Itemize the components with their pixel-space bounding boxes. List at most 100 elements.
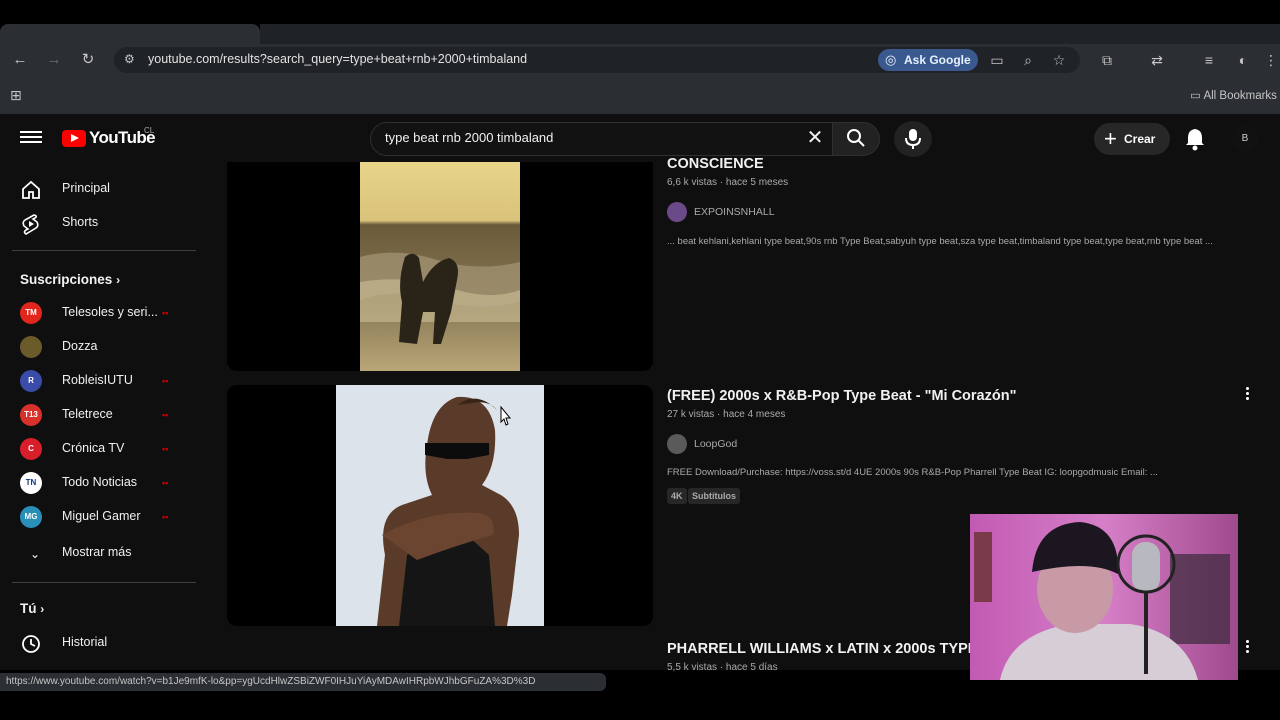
apps-grid-icon[interactable]: ⊞	[10, 86, 28, 104]
live-indicator-icon: ••	[162, 410, 169, 420]
all-bookmarks-folder[interactable]: ▭ All Bookmarks	[1190, 88, 1277, 102]
video-thumbnail[interactable]	[227, 162, 653, 371]
hamburger-menu-icon[interactable]	[20, 128, 42, 148]
webcam-image	[970, 514, 1238, 680]
chevron-right-icon: ›	[116, 273, 121, 287]
sidebar-item-label: Miguel Gamer	[62, 509, 141, 523]
forward-icon[interactable]: →	[44, 50, 64, 70]
browser-tab[interactable]	[0, 24, 260, 44]
channel-avatar: TN	[20, 472, 42, 494]
video-meta: 6,6 k vistas · hace 5 meses	[667, 177, 789, 188]
profile-icon[interactable]: ◐	[1234, 51, 1252, 69]
extensions-icon[interactable]: ⧉	[1098, 51, 1116, 69]
you-heading[interactable]: Tú ›	[20, 601, 44, 616]
sidebar-item-subscription[interactable]: C Crónica TV ••	[0, 432, 200, 466]
chevron-right-icon: ›	[40, 602, 45, 616]
menu-dots-icon[interactable]: ⋮	[1262, 51, 1280, 69]
channel-avatar: TM	[20, 302, 42, 324]
sidebar-item-label: Crónica TV	[62, 441, 125, 455]
sidebar-item-subscription[interactable]: T13 Teletrece ••	[0, 398, 200, 432]
sidebar-item-shorts[interactable]: Shorts	[0, 206, 200, 240]
video-title[interactable]: PHARRELL WILLIAMS x LATIN x 2000s TYPE	[667, 641, 977, 657]
sidebar-item-label: Teletrece	[62, 407, 113, 421]
bookmark-star-icon[interactable]: ☆	[1050, 51, 1068, 69]
microphone-icon	[905, 129, 921, 149]
all-bookmarks-label: All Bookmarks	[1203, 90, 1277, 102]
site-info-icon[interactable]: ⚙	[124, 52, 138, 66]
notifications-bell-icon[interactable]	[1184, 127, 1206, 151]
window-bottom	[0, 691, 1280, 720]
sidebar-item-subscription[interactable]: Dozza	[0, 330, 200, 364]
live-indicator-icon: ••	[162, 376, 169, 386]
channel-name[interactable]: LoopGod	[694, 438, 737, 450]
video-meta: 27 k vistas · hace 4 meses	[667, 409, 786, 420]
thumbnail-image	[227, 385, 653, 626]
video-description: ... beat kehlani,kehlani type beat,90s r…	[667, 236, 1213, 247]
folder-icon: ▭	[1190, 90, 1204, 102]
video-title[interactable]: CONSCIENCE	[667, 156, 764, 172]
channel-avatar[interactable]	[667, 434, 687, 454]
create-label: Crear	[1124, 132, 1156, 146]
history-icon	[22, 635, 40, 653]
youtube-logo-icon[interactable]	[62, 130, 86, 147]
sidebar-item-subscription[interactable]: MG Miguel Gamer ••	[0, 500, 200, 534]
sidebar-item-principal[interactable]: Principal	[0, 172, 200, 206]
show-more-button[interactable]: ⌄ Mostrar más	[0, 536, 200, 570]
sidebar-item-label: Dozza	[62, 339, 98, 353]
country-code: CL	[144, 126, 155, 135]
shorts-icon	[22, 214, 39, 235]
cast-icon[interactable]: ▭	[988, 51, 1006, 69]
account-avatar[interactable]: B	[1232, 126, 1258, 152]
channel-avatar: T13	[20, 404, 42, 426]
video-thumbnail[interactable]	[227, 385, 653, 626]
sidebar-divider	[12, 582, 196, 583]
sidebar-item-historial[interactable]: Historial	[0, 626, 200, 660]
subscriptions-heading[interactable]: Suscripciones ›	[20, 272, 120, 287]
badge-subtitles: Subtítulos	[688, 488, 740, 504]
channel-avatar[interactable]	[667, 202, 687, 222]
google-lens-icon: ◎	[885, 52, 897, 67]
plus-icon: +	[1104, 126, 1117, 151]
sidebar-item-label: Telesoles y seri...	[62, 305, 158, 319]
tab-strip	[260, 24, 1280, 44]
sidebar-item-subscription[interactable]: R RobleisIUTU ••	[0, 364, 200, 398]
thumbnail-image	[227, 162, 653, 371]
show-more-label: Mostrar más	[62, 545, 132, 559]
ask-google-label: Ask Google	[904, 53, 971, 67]
live-indicator-icon: ••	[162, 444, 169, 454]
back-icon[interactable]: ←	[10, 50, 30, 70]
video-meta: 5,5 k vistas · hace 5 días	[667, 662, 778, 673]
mouse-cursor-icon	[500, 406, 512, 426]
live-indicator-icon: ••	[162, 478, 169, 488]
reload-icon[interactable]: ↻	[78, 50, 98, 70]
sidebar-item-subscription[interactable]: TM Telesoles y seri... ••	[0, 296, 200, 330]
channel-name[interactable]: EXPOINSNHALL	[694, 206, 775, 218]
sidebar-item-subscription[interactable]: TN Todo Noticias ••	[0, 466, 200, 500]
channel-avatar: R	[20, 370, 42, 392]
zoom-icon[interactable]: ⌕	[1019, 51, 1037, 69]
media-icon[interactable]: ≡	[1200, 51, 1218, 69]
sidebar-item-label: Todo Noticias	[62, 475, 138, 489]
search-query-text[interactable]: type beat rnb 2000 timbaland	[385, 130, 553, 145]
webcam-overlay	[970, 514, 1238, 680]
badge-4k: 4K	[667, 488, 687, 504]
bookmarks-bar	[0, 76, 1280, 114]
clear-search-icon[interactable]: ✕	[804, 127, 826, 149]
sidebar-item-label: Historial	[62, 635, 108, 649]
video-title[interactable]: (FREE) 2000s x R&B-Pop Type Beat - "Mi C…	[667, 388, 1016, 404]
more-options-icon[interactable]	[1238, 385, 1256, 405]
you-heading-label: Tú	[20, 601, 37, 616]
sidebar-item-label: RobleisIUTU	[62, 373, 133, 387]
video-description: FREE Download/Purchase: https://voss.st/…	[667, 467, 1158, 478]
channel-avatar: MG	[20, 506, 42, 528]
create-button[interactable]: + Crear	[1094, 123, 1170, 155]
status-bar-url: https://www.youtube.com/watch?v=b1Je9mfK…	[0, 673, 606, 691]
more-options-icon[interactable]	[1238, 638, 1256, 658]
url-text[interactable]: youtube.com/results?search_query=type+be…	[148, 52, 527, 66]
home-icon	[22, 180, 40, 199]
sidebar-divider	[12, 250, 196, 251]
subscriptions-heading-label: Suscripciones	[20, 272, 113, 287]
translate-icon[interactable]: ⇄	[1148, 51, 1166, 69]
ask-google-button[interactable]: ◎ Ask Google	[878, 49, 978, 71]
search-icon	[847, 129, 865, 147]
